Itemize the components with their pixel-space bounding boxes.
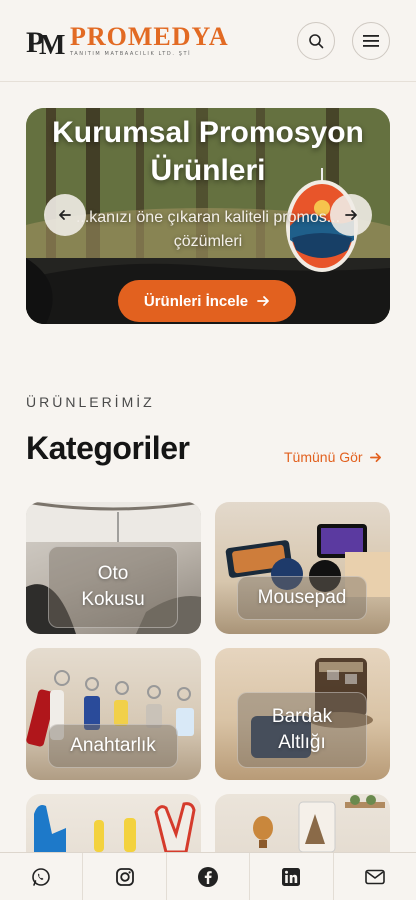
instagram-icon bbox=[115, 867, 134, 886]
category-card-anahtarlik[interactable]: Anahtarlık bbox=[26, 648, 201, 780]
svg-text:M: M bbox=[39, 30, 65, 58]
slider-prev-button[interactable] bbox=[44, 194, 86, 236]
search-button[interactable] bbox=[297, 22, 335, 60]
category-label-line1: Mousepad bbox=[257, 587, 347, 608]
facebook-icon bbox=[198, 866, 219, 887]
hero-slider: Kurumsal Promosyon Ürünleri ...kanızı ön… bbox=[26, 108, 390, 324]
arrow-right-icon bbox=[345, 210, 357, 220]
header: P M PROMEDYA TANITIM MATBAACILIK LTD. ŞT… bbox=[0, 0, 416, 82]
mail-button[interactable] bbox=[334, 853, 416, 900]
see-all-link[interactable]: Tümünü Gör bbox=[284, 449, 382, 465]
section-eyebrow: ÜRÜNLERİMİZ bbox=[26, 394, 155, 410]
logo-mark: P M bbox=[26, 24, 66, 61]
category-card-bardak-altligi[interactable]: Bardak Altlığı bbox=[215, 648, 390, 780]
search-icon bbox=[309, 34, 324, 49]
logo-subtitle: TANITIM MATBAACILIK LTD. ŞTİ bbox=[70, 51, 192, 57]
hero-cta-button[interactable]: Ürünleri İncele bbox=[118, 280, 296, 322]
linkedin-button[interactable] bbox=[250, 853, 334, 900]
hero-cta-label: Ürünleri İncele bbox=[143, 292, 249, 310]
hero-subtitle: ...kanızı öne çıkaran kaliteli promos...… bbox=[75, 209, 341, 250]
whatsapp-icon bbox=[32, 867, 51, 886]
instagram-button[interactable] bbox=[83, 853, 167, 900]
category-label-line1: Anahtarlık bbox=[70, 735, 156, 756]
category-label-line1: Bardak bbox=[271, 706, 333, 727]
linkedin-icon bbox=[282, 867, 301, 886]
section-title: Kategoriler bbox=[26, 430, 190, 466]
mail-icon bbox=[365, 869, 385, 884]
category-card-oto-kokusu[interactable]: Oto Kokusu bbox=[26, 502, 201, 634]
whatsapp-button[interactable] bbox=[0, 853, 84, 900]
arrow-right-icon bbox=[369, 452, 381, 462]
see-all-label: Tümünü Gör bbox=[284, 449, 363, 465]
slider-next-button[interactable] bbox=[330, 194, 372, 236]
arrow-left-icon bbox=[59, 210, 71, 220]
hero-title: Kurumsal Promosyon Ürünleri bbox=[52, 116, 364, 187]
menu-button[interactable] bbox=[352, 22, 390, 60]
category-label-line2: Altlığı bbox=[278, 732, 326, 753]
arrow-right-icon bbox=[257, 296, 269, 306]
bottom-contact-bar bbox=[0, 852, 416, 900]
category-label-line2: Kokusu bbox=[81, 589, 145, 610]
category-label-line1: Oto bbox=[97, 563, 129, 584]
brand-logo[interactable]: P M PROMEDYA TANITIM MATBAACILIK LTD. ŞT… bbox=[26, 22, 229, 62]
category-card-mousepad[interactable]: Mousepad bbox=[215, 502, 390, 634]
logo-name: PROMEDYA bbox=[70, 22, 229, 51]
facebook-button[interactable] bbox=[167, 853, 251, 900]
hamburger-menu-icon bbox=[363, 35, 379, 47]
